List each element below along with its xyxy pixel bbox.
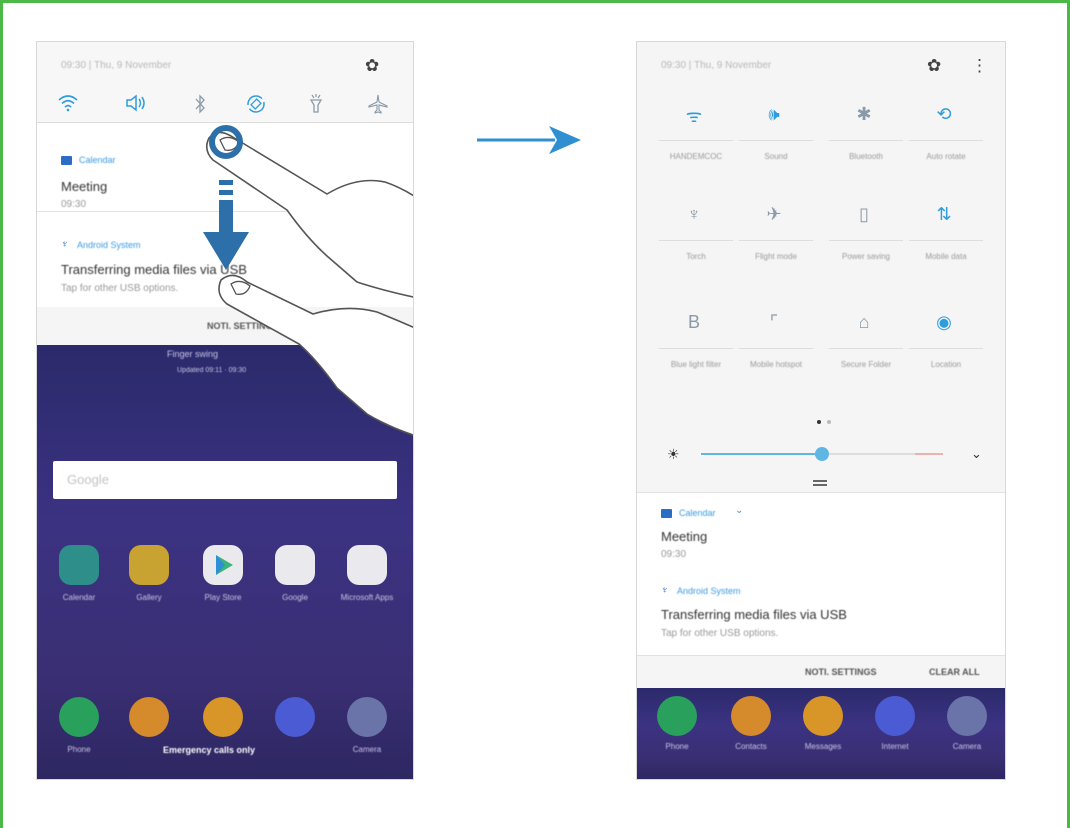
more-options-icon[interactable]: ⋮ [971,56,988,76]
secure-folder-icon[interactable]: ⌂ [849,312,879,333]
power-saving-icon[interactable]: ▯ [849,204,879,225]
app-label: Camera [352,745,382,754]
brightness-high-zone [915,453,943,455]
tile-label: Torch [686,252,706,261]
contacts-app-icon[interactable] [129,697,169,737]
app-label: Phone [67,745,91,754]
messages-app-icon[interactable] [803,696,843,736]
tile-divider [659,348,733,349]
right-phone-screen: 09:30 | Thu, 9 November ✿ ⋮ ᯤ HANDEMCOC 🕪 S… [636,41,1006,780]
notification-subtitle: 09:30 [661,549,687,560]
app-label: Play Store [204,593,242,602]
drag-handle-line [813,484,827,486]
mobile-data-icon[interactable]: ⇅ [929,204,959,225]
tile-divider [909,140,983,141]
internet-app-icon[interactable] [875,696,915,736]
brightness-slider-fill [701,453,822,455]
tile-divider [739,140,813,141]
tile-label: Secure Folder [840,360,892,369]
tile-label: Bluetooth [849,152,883,161]
page-indicator-active [817,420,821,424]
tile-divider [739,240,813,241]
tile-divider [739,348,813,349]
expand-chevron-icon[interactable]: ⌄ [735,505,743,516]
right-notification-usb[interactable]: ♆ Android System Transferring media file… [637,573,1005,656]
app-label: Google [282,593,308,602]
tile-label: Blue light filter [670,360,722,369]
bluetooth-icon[interactable]: ✱ [849,104,879,125]
brightness-slider-thumb[interactable] [815,447,829,461]
tile-divider [909,240,983,241]
noti-settings-button[interactable]: NOTI. SETTINGS [805,667,877,677]
tile-divider [909,348,983,349]
right-status-time: 09:30 | Thu, 9 November [661,60,772,71]
right-home-dock: Phone Contacts Messages Internet Camera [637,688,1005,779]
location-icon[interactable]: ◉ [929,312,959,333]
notification-title: Meeting [661,529,708,544]
app-label: Contacts [735,742,767,751]
tile-label: Mobile hotspot [749,360,803,369]
tile-divider [829,348,903,349]
chevron-down-icon[interactable]: ⌄ [971,446,982,462]
tile-label: Power saving [841,252,891,261]
brightness-icon: ☀ [667,446,680,462]
wifi-icon[interactable]: ᯤ [679,104,709,128]
camera-app-icon[interactable] [347,697,387,737]
emergency-calls-text: Emergency calls only [163,745,256,755]
clear-all-button[interactable]: CLEAR ALL [929,667,980,677]
app-label: Camera [952,742,982,751]
camera-app-icon[interactable] [947,696,987,736]
app-label: Calendar [62,593,96,602]
tile-divider [829,140,903,141]
contacts-app-icon[interactable] [731,696,771,736]
usb-icon: ♆ [661,585,669,596]
tile-label: Flight mode [755,252,797,261]
phone-app-icon[interactable] [657,696,697,736]
hand-swipe-gesture-icon [203,125,413,436]
mobile-hotspot-icon[interactable]: ⌜ [759,312,789,333]
tile-divider [829,240,903,241]
airplane-icon[interactable]: ✈ [759,204,789,225]
sound-icon[interactable]: 🕪 [759,104,789,125]
tile-label: Sound [764,152,788,161]
notification-subtitle: Tap for other USB options. [661,628,779,639]
phone-app-icon[interactable] [59,697,99,737]
blue-light-filter-icon[interactable]: B [679,312,709,333]
brightness-slider-track[interactable] [701,447,943,461]
internet-app-icon[interactable] [275,697,315,737]
app-label: Internet [881,742,909,751]
tile-label: HANDEMCOC [669,152,723,161]
app-label: Microsoft Apps [340,593,394,602]
calendar-app-icon [661,509,672,518]
auto-rotate-icon[interactable]: ⟲ [929,104,959,125]
right-settings-gear-icon[interactable]: ✿ [927,56,941,76]
tile-label: Auto rotate [926,152,966,161]
drag-handle[interactable] [813,480,827,482]
tile-divider [659,140,733,141]
notification-title: Transferring media files via USB [661,607,847,622]
left-phone-screen: 09:30 | Thu, 9 November ✿ Calendar Meeti… [36,41,414,780]
tile-label: Mobile data [925,252,967,261]
torch-icon[interactable]: ♆ [679,204,709,225]
notification-app-name: Calendar [679,508,716,518]
app-label: Gallery [136,593,162,602]
right-notification-calendar[interactable]: Calendar ⌄ Meeting 09:30 [637,492,1005,574]
tile-label: Location [930,360,962,369]
messages-app-icon[interactable] [203,697,243,737]
page-indicator [827,420,831,424]
transition-arrow-icon [477,126,581,154]
tile-divider [659,240,733,241]
right-notification-actions: NOTI. SETTINGS CLEAR ALL [637,656,1005,688]
app-label: Messages [804,742,842,751]
app-label: Phone [665,742,689,751]
notification-app-name: Android System [677,586,741,596]
